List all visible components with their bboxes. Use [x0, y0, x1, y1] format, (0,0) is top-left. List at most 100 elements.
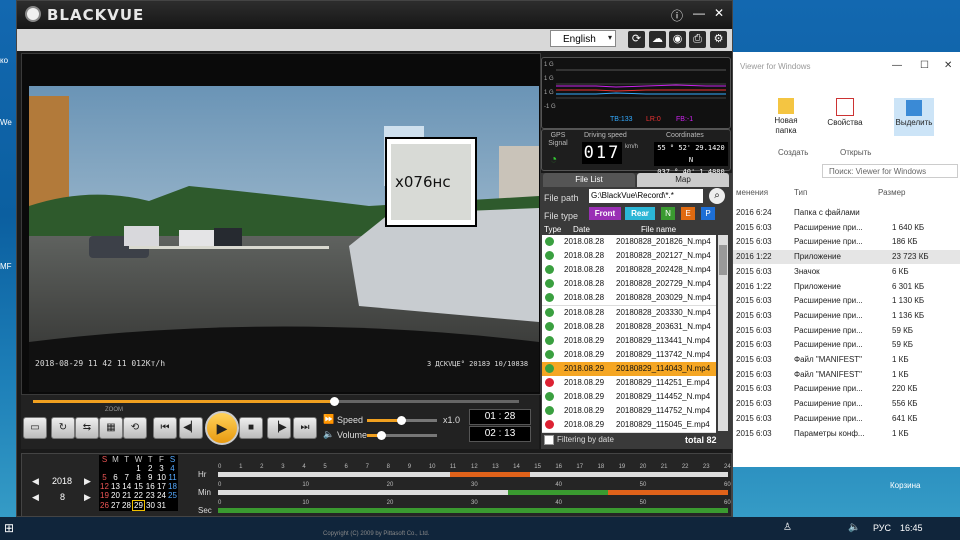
language-select[interactable]: English: [550, 30, 616, 47]
video-frame[interactable]: х076нс 2018-08-29 11 42 11 012Кт/h 3 ДСК…: [29, 86, 539, 392]
calendar-day[interactable]: 23: [145, 491, 157, 501]
calendar-day[interactable]: 14: [121, 482, 133, 491]
calendar-day[interactable]: 19: [99, 491, 110, 501]
search-icon[interactable]: ⌕: [709, 188, 725, 204]
volume-slider[interactable]: [367, 431, 437, 440]
next-month-icon[interactable]: ▶: [84, 492, 91, 503]
calendar-day[interactable]: 11: [167, 473, 178, 482]
filter-front[interactable]: Front: [589, 207, 621, 220]
calendar-day[interactable]: 8: [133, 473, 145, 482]
calendar-day[interactable]: 7: [121, 473, 133, 482]
file-row[interactable]: 2018.08.28 20180828_202127_N.mp4: [542, 249, 716, 265]
seek-bar[interactable]: [33, 397, 519, 406]
calendar-day[interactable]: 12: [99, 482, 110, 491]
seek-handle[interactable]: [330, 397, 340, 406]
calendar-day[interactable]: 1: [133, 464, 145, 473]
explorer-row[interactable]: 2015 6:03 Расширение при... 220 КБ: [732, 382, 960, 396]
desktop-icon-label[interactable]: MF: [0, 262, 16, 271]
clock[interactable]: 16:45: [900, 523, 923, 533]
explorer-row[interactable]: 2016 1:22 Приложение 23 723 КБ: [732, 250, 960, 265]
input-language[interactable]: РУС: [873, 523, 891, 533]
explorer-row[interactable]: 2015 6:03 Параметры конф... 1 КБ: [732, 427, 960, 441]
column-modified[interactable]: менения: [736, 186, 768, 200]
rotate-icon[interactable]: ↻: [51, 417, 75, 439]
step-forward-icon[interactable]: ▕▶: [267, 417, 291, 439]
calendar-day[interactable]: 20: [110, 491, 121, 501]
calendar-day[interactable]: 5: [99, 473, 110, 482]
file-row[interactable]: 2018.08.29 20180829_114251_E.mp4: [542, 376, 716, 391]
col-file-name[interactable]: File name: [641, 225, 676, 234]
explorer-row[interactable]: 2016 1:22 Приложение 6 301 КБ: [732, 280, 960, 294]
file-row[interactable]: 2018.08.29 20180829_113742_N.mp4: [542, 347, 716, 363]
info-icon[interactable]: ⓘ: [671, 7, 683, 24]
explorer-row[interactable]: 2015 6:03 Расширение при... 186 КБ: [732, 235, 960, 249]
filter-normal[interactable]: N: [661, 207, 675, 220]
desktop-icon-label[interactable]: ко: [0, 56, 16, 65]
prev-month-icon[interactable]: ◀: [32, 492, 39, 503]
calendar-day[interactable]: 22: [133, 491, 145, 501]
explorer-row[interactable]: 2015 6:03 Значок 6 КБ: [732, 265, 960, 279]
explorer-row[interactable]: 2015 6:03 Расширение при... 59 КБ: [732, 324, 960, 338]
calendar-day[interactable]: 29: [132, 500, 145, 511]
explorer-row[interactable]: 2015 6:03 Расширение при... 1 130 КБ: [732, 294, 960, 308]
file-row[interactable]: 2018.08.29 20180829_115045_E.mp4: [542, 418, 716, 433]
capture-icon[interactable]: ▭: [23, 417, 47, 439]
file-row[interactable]: 2018.08.29 20180829_114752_N.mp4: [542, 404, 716, 420]
flip-icon[interactable]: ⇆: [75, 417, 99, 439]
maximize-icon[interactable]: ☐: [920, 60, 929, 71]
prev-year-icon[interactable]: ◀: [32, 476, 39, 487]
chevron-down-icon[interactable]: ▾: [608, 33, 612, 42]
calendar-day[interactable]: 13: [110, 482, 121, 491]
calendar-day[interactable]: 3: [156, 464, 167, 473]
play-button[interactable]: ▶: [205, 411, 239, 445]
filter-event[interactable]: E: [681, 207, 695, 220]
explorer-row[interactable]: 2015 6:03 Расширение при... 59 КБ: [732, 338, 960, 352]
desktop-icon-label[interactable]: We: [0, 118, 16, 127]
second-timeline[interactable]: [218, 508, 728, 513]
column-type[interactable]: Тип: [794, 186, 807, 200]
file-row[interactable]: 2018.08.28 20180828_203330_N.mp4: [542, 305, 716, 321]
col-type[interactable]: Type: [544, 225, 561, 234]
tab-file-list[interactable]: File List: [543, 173, 635, 187]
explorer-row[interactable]: 2015 6:03 Файл "MANIFEST" 1 КБ: [732, 368, 960, 382]
hour-timeline[interactable]: [218, 472, 728, 477]
close-icon[interactable]: ✕: [714, 6, 724, 20]
cloud-icon[interactable]: ☁: [649, 31, 666, 48]
last-icon[interactable]: ⏭: [293, 417, 317, 439]
next-year-icon[interactable]: ▶: [84, 476, 91, 487]
calendar-day[interactable]: 27: [110, 501, 121, 511]
calendar-day[interactable]: 16: [145, 482, 157, 491]
file-row[interactable]: 2018.08.28 20180828_203029_N.mp4: [542, 291, 716, 307]
explorer-row[interactable]: 2015 6:03 Расширение при... 1 136 КБ: [732, 309, 960, 323]
col-date[interactable]: Date: [573, 225, 590, 234]
volume-slider-handle[interactable]: [377, 431, 386, 440]
trash-label[interactable]: Корзина: [890, 481, 920, 490]
file-path-input[interactable]: G:\BlackVue\Record\*.*: [589, 189, 703, 203]
stop-icon[interactable]: ■: [239, 417, 263, 439]
minute-timeline[interactable]: [218, 490, 728, 495]
calendar-day[interactable]: 6: [110, 473, 121, 482]
properties-button[interactable]: Свойства: [826, 98, 864, 128]
split-view-icon[interactable]: ▦: [99, 417, 123, 439]
file-row[interactable]: 2018.08.28 20180828_203631_N.mp4: [542, 319, 716, 335]
speed-slider[interactable]: [367, 416, 437, 425]
column-size[interactable]: Размер: [878, 186, 906, 200]
file-row[interactable]: 2018.08.29 20180829_114452_N.mp4: [542, 390, 716, 406]
calendar-day[interactable]: 31: [156, 501, 167, 511]
explorer-row[interactable]: 2015 6:03 Расширение при... 641 КБ: [732, 412, 960, 426]
calendar-day[interactable]: 26: [99, 501, 110, 511]
calendar-day[interactable]: 2: [145, 464, 157, 473]
new-folder-button[interactable]: Новая папка: [768, 98, 804, 136]
camera-icon[interactable]: ◉: [669, 31, 686, 48]
filter-rear[interactable]: Rear: [625, 207, 655, 220]
calendar-day[interactable]: 9: [145, 473, 157, 482]
speed-slider-handle[interactable]: [397, 416, 406, 425]
search-input[interactable]: Поиск: Viewer for Windows: [822, 164, 958, 178]
file-row[interactable]: 2018.08.28 20180828_202729_N.mp4: [542, 277, 716, 293]
first-icon[interactable]: ⏮: [153, 417, 177, 439]
step-back-icon[interactable]: ◀▏: [179, 417, 203, 439]
file-row[interactable]: 2018.08.28 20180828_201826_N.mp4: [542, 235, 716, 250]
calendar-day[interactable]: 15: [133, 482, 145, 491]
explorer-row[interactable]: 2015 6:03 Расширение при... 1 640 КБ: [732, 221, 960, 235]
start-icon[interactable]: ⊞: [4, 521, 14, 535]
